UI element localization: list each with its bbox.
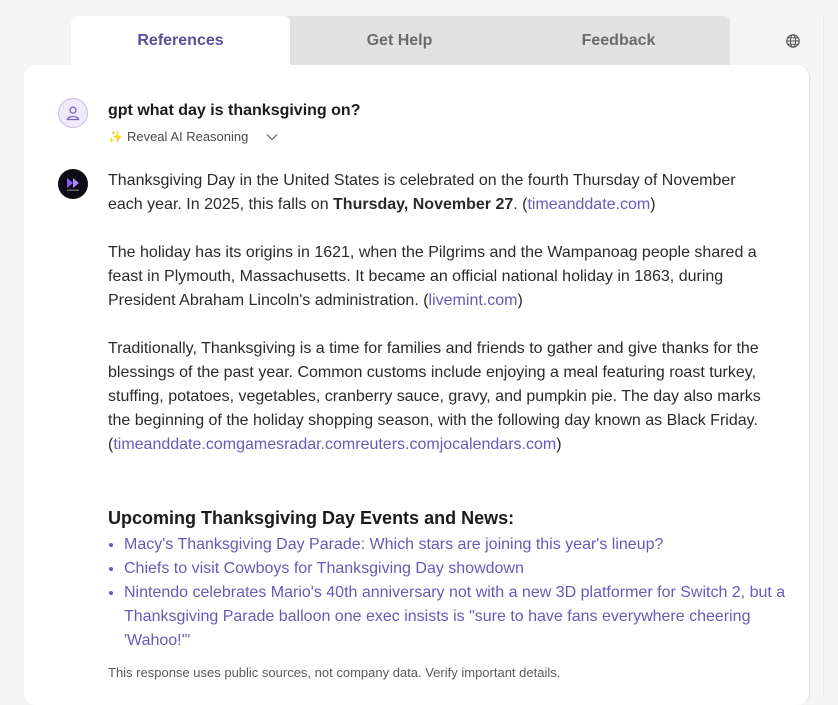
answer-date: Thursday, November 27 <box>333 196 514 213</box>
events-heading: Upcoming Thanksgiving Day Events and New… <box>108 508 515 528</box>
answer-paragraph: Thanksgiving Day in the United States is… <box>108 172 736 213</box>
list-item: Chiefs to visit Cowboys for Thanksgiving… <box>124 557 794 581</box>
source-link[interactable]: timeanddate.com <box>527 196 650 213</box>
scroll-divider <box>823 16 824 696</box>
user-icon <box>66 106 80 121</box>
tab-feedback[interactable]: Feedback <box>509 16 728 65</box>
source-link[interactable]: gamesradar.com <box>236 436 355 453</box>
source-link[interactable]: livemint.com <box>429 292 518 309</box>
list-item: Macy's Thanksgiving Day Parade: Which st… <box>124 533 794 557</box>
event-link[interactable]: Chiefs to visit Cowboys for Thanksgiving… <box>124 560 524 577</box>
tab-bar: References Get Help Feedback <box>71 16 730 65</box>
events-list: Macy's Thanksgiving Day Parade: Which st… <box>108 533 794 653</box>
event-link[interactable]: Macy's Thanksgiving Day Parade: Which st… <box>124 536 663 553</box>
sparkle-icon: ✨ <box>108 129 123 144</box>
reveal-label: Reveal AI Reasoning <box>126 129 249 144</box>
answer-paragraph: The holiday has its origins in 1621, whe… <box>108 244 757 309</box>
list-item: Nintendo celebrates Mario's 40th anniver… <box>124 581 794 653</box>
reveal-ai-reasoning-toggle[interactable]: ✨ Reveal AI Reasoning <box>108 129 278 144</box>
source-link[interactable]: reuters.com <box>355 436 439 453</box>
user-question: gpt what day is thanksgiving on? <box>108 102 361 119</box>
tab-get-help[interactable]: Get Help <box>290 16 509 65</box>
assistant-logo-icon <box>67 178 79 191</box>
assistant-avatar <box>58 169 88 199</box>
user-avatar <box>58 98 88 128</box>
disclaimer-text: This response uses public sources, not c… <box>108 665 561 680</box>
source-link[interactable]: timeanddate.com <box>113 436 236 453</box>
globe-icon[interactable] <box>785 33 801 49</box>
answer-paragraph: Traditionally, Thanksgiving is a time fo… <box>108 340 761 453</box>
source-link[interactable]: jocalendars.com <box>440 436 557 453</box>
chevron-down-icon[interactable] <box>266 133 278 141</box>
tab-references[interactable]: References <box>71 16 290 65</box>
event-link[interactable]: Nintendo celebrates Mario's 40th anniver… <box>124 584 785 649</box>
assistant-answer: Thanksgiving Day in the United States is… <box>108 169 774 481</box>
